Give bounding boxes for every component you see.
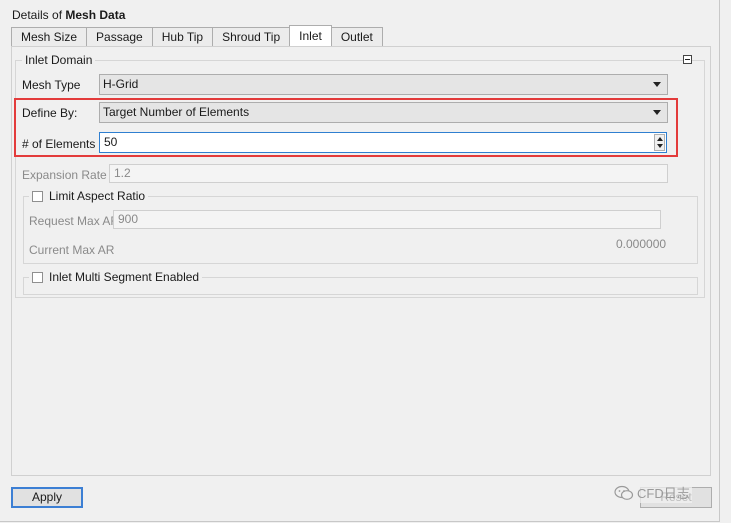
mesh-type-select[interactable]: H-Grid (99, 74, 668, 95)
panel-title: Details of Mesh Data (12, 8, 125, 22)
multi-segment-checkbox[interactable] (32, 271, 43, 283)
up-down-arrows-icon[interactable] (654, 134, 665, 151)
watermark-text: CFD日志 (637, 486, 690, 501)
num-elements-label: # of Elements (22, 137, 96, 151)
spin-up-icon[interactable] (657, 137, 663, 141)
inlet-domain-title: Inlet Domain (22, 53, 96, 67)
tab-shroud-tip[interactable]: Shroud Tip (212, 27, 291, 46)
tab-hub-tip[interactable]: Hub Tip (151, 27, 214, 46)
multi-segment-header: Inlet Multi Segment Enabled (29, 270, 203, 284)
tab-inlet[interactable]: Inlet (289, 25, 332, 46)
current-max-ar-label: Current Max AR (29, 243, 115, 257)
request-max-ar-label: Request Max AR (29, 214, 120, 228)
multi-segment-label: Inlet Multi Segment Enabled (49, 270, 200, 284)
triangle-down-icon (653, 110, 661, 115)
define-by-select[interactable]: Target Number of Elements (99, 102, 668, 123)
define-by-label: Define By: (22, 106, 78, 120)
minus-box-icon[interactable] (683, 55, 692, 64)
num-elements-value: 50 (104, 135, 118, 149)
tab-passage[interactable]: Passage (86, 27, 153, 46)
mesh-type-value: H-Grid (103, 77, 139, 91)
wechat-logo-icon (614, 485, 634, 500)
limit-aspect-ratio-checkbox[interactable] (32, 190, 43, 202)
watermark: CFD日志 (612, 482, 692, 503)
limit-aspect-ratio-label: Limit Aspect Ratio (49, 189, 146, 203)
mesh-type-label: Mesh Type (22, 78, 81, 92)
expansion-rate-field[interactable]: 1.2 (109, 164, 668, 183)
request-max-ar-field[interactable]: 900 (113, 210, 661, 229)
title-bold: Mesh Data (65, 8, 126, 22)
limit-aspect-ratio-header: Limit Aspect Ratio (29, 189, 149, 203)
apply-button[interactable]: Apply (11, 487, 83, 508)
tab-outlet[interactable]: Outlet (330, 27, 383, 46)
expansion-rate-label: Expansion Rate (22, 168, 107, 182)
define-by-value: Target Number of Elements (103, 105, 250, 119)
tab-mesh-size[interactable]: Mesh Size (11, 27, 88, 46)
num-elements-stepper[interactable]: 50 (99, 132, 667, 153)
current-max-ar-value: 0.000000 (616, 237, 667, 251)
spin-down-icon[interactable] (657, 144, 663, 148)
limit-aspect-ratio-group (23, 196, 698, 264)
title-prefix: Details of (12, 8, 63, 22)
triangle-down-icon (653, 82, 661, 87)
tab-bar: Mesh Size Passage Hub Tip Shroud Tip Inl… (11, 25, 383, 47)
